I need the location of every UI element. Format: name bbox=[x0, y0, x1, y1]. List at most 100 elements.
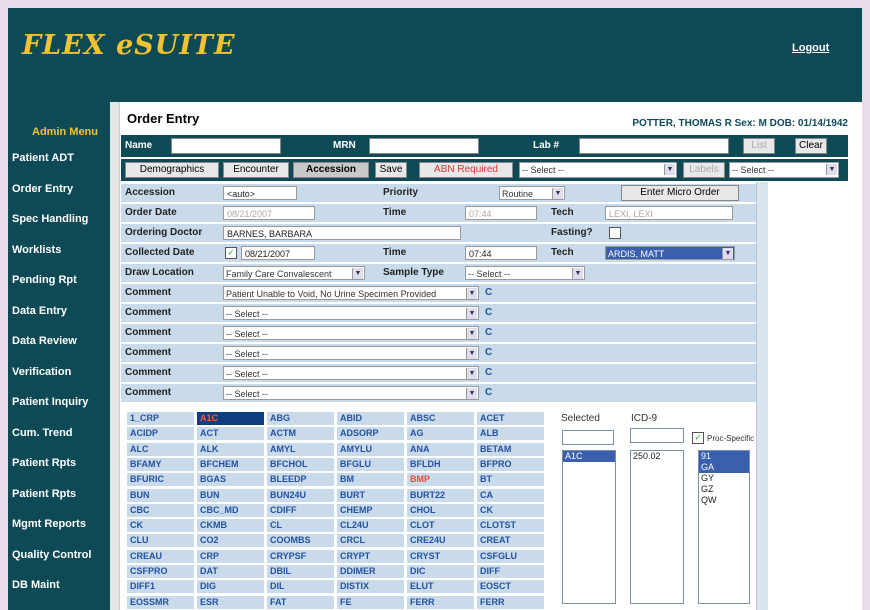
icd9-filter-input[interactable] bbox=[630, 428, 684, 443]
test-cell[interactable]: BETAM bbox=[477, 442, 544, 456]
sidebar-item-patient-adt[interactable]: Patient ADT bbox=[12, 152, 108, 183]
test-cell[interactable]: ALB bbox=[477, 427, 544, 441]
comment-select[interactable]: Patient Unable to Void, No Urine Specime… bbox=[223, 286, 479, 300]
test-cell[interactable]: CRP bbox=[197, 549, 264, 563]
test-cell[interactable]: BFCHEM bbox=[197, 457, 264, 471]
test-cell[interactable]: DIL bbox=[267, 580, 334, 594]
test-cell[interactable]: BM bbox=[337, 473, 404, 487]
list-item[interactable]: GY bbox=[699, 473, 749, 484]
sidebar-item-data-review[interactable]: Data Review bbox=[12, 335, 108, 366]
sidebar-item-cum-trend[interactable]: Cum. Trend bbox=[12, 427, 108, 458]
save-button[interactable]: Save bbox=[375, 162, 407, 178]
sidebar-item-verification[interactable]: Verification bbox=[12, 366, 108, 397]
test-cell[interactable]: CRYPSF bbox=[267, 549, 334, 563]
sidebar-item-patient-inquiry[interactable]: Patient Inquiry bbox=[12, 396, 108, 427]
test-cell[interactable]: ABSC bbox=[407, 412, 474, 425]
logout-link[interactable]: Logout bbox=[792, 42, 829, 54]
test-cell[interactable]: DIC bbox=[407, 565, 474, 578]
test-cell[interactable]: CKMB bbox=[197, 519, 264, 533]
list-item[interactable]: 91 bbox=[699, 451, 749, 462]
test-cell[interactable]: ABID bbox=[337, 412, 404, 425]
test-cell[interactable]: BGAS bbox=[197, 473, 264, 487]
test-cell[interactable]: ANA bbox=[407, 442, 474, 456]
selected-tests-list[interactable]: A1C bbox=[562, 450, 616, 604]
test-cell[interactable]: DIFF1 bbox=[127, 580, 194, 594]
test-cell[interactable]: A1C bbox=[197, 412, 264, 425]
comment-select[interactable]: -- Select -- ▼ bbox=[223, 306, 479, 320]
comment-c-link[interactable]: C bbox=[485, 367, 492, 378]
test-cell[interactable]: CRCL bbox=[337, 534, 404, 548]
test-cell[interactable]: CSFPRO bbox=[127, 565, 194, 578]
test-cell[interactable]: AMYLU bbox=[337, 442, 404, 456]
test-cell[interactable]: CLOT bbox=[407, 519, 474, 533]
test-cell[interactable]: FERR bbox=[407, 595, 474, 609]
test-cell[interactable]: CDIFF bbox=[267, 503, 334, 517]
list-item[interactable]: QW bbox=[699, 495, 749, 506]
draw-location-select[interactable]: Family Care Convalescent ▼ bbox=[223, 266, 365, 280]
test-cell[interactable]: CRYST bbox=[407, 549, 474, 563]
sidebar-item-pending-rpt[interactable]: Pending Rpt bbox=[12, 274, 108, 305]
order-date-input[interactable]: 08/21/2007 bbox=[223, 206, 315, 220]
sidebar-item-patient-rpts[interactable]: Patient Rpts bbox=[12, 457, 108, 488]
order-select[interactable]: -- Select -- ▼ bbox=[519, 162, 677, 178]
test-cell[interactable]: CK bbox=[477, 503, 544, 517]
labels-select[interactable]: -- Select -- ▼ bbox=[729, 162, 839, 178]
test-cell[interactable]: CBC_MD bbox=[197, 503, 264, 517]
test-cell[interactable]: CREAT bbox=[477, 534, 544, 548]
sidebar-item-spec-handling[interactable]: Spec Handling bbox=[12, 213, 108, 244]
sidebar-item-db-maint[interactable]: DB Maint bbox=[12, 579, 108, 610]
test-cell[interactable]: ESR bbox=[197, 595, 264, 609]
test-cell[interactable]: CLU bbox=[127, 534, 194, 548]
comment-select[interactable]: -- Select -- ▼ bbox=[223, 366, 479, 380]
test-cell[interactable]: ABG bbox=[267, 412, 334, 425]
demographics-button[interactable]: Demographics bbox=[125, 162, 219, 178]
proc-specific-checkbox[interactable]: ✓ bbox=[692, 432, 704, 444]
name-input[interactable] bbox=[171, 138, 281, 154]
test-cell[interactable]: BURT22 bbox=[407, 488, 474, 502]
order-time-input[interactable]: 07:44 bbox=[465, 206, 537, 220]
test-cell[interactable]: CHEMP bbox=[337, 503, 404, 517]
comment-select[interactable]: -- Select -- ▼ bbox=[223, 346, 479, 360]
test-cell[interactable]: BMP bbox=[407, 473, 474, 487]
collected-tech-select[interactable]: ARDIS, MATT ▼ bbox=[605, 246, 735, 260]
list-item[interactable]: GZ bbox=[699, 484, 749, 495]
test-cell[interactable]: BFURIC bbox=[127, 473, 194, 487]
test-cell[interactable]: ACET bbox=[477, 412, 544, 425]
test-cell[interactable]: FERR bbox=[477, 595, 544, 609]
list-item[interactable]: 250.02 bbox=[631, 451, 683, 462]
mrn-input[interactable] bbox=[369, 138, 479, 154]
sample-type-select[interactable]: -- Select -- ▼ bbox=[465, 266, 585, 280]
collected-date-input[interactable]: 08/21/2007 bbox=[241, 246, 315, 260]
test-cell[interactable]: CL24U bbox=[337, 519, 404, 533]
sidebar-item-patient-rpts[interactable]: Patient Rpts bbox=[12, 488, 108, 519]
test-cell[interactable]: CRYPT bbox=[337, 549, 404, 563]
sidebar-item-worklists[interactable]: Worklists bbox=[12, 244, 108, 275]
test-cell[interactable]: ACTM bbox=[267, 427, 334, 441]
priority-select[interactable]: Routine ▼ bbox=[499, 186, 565, 200]
test-cell[interactable]: CLOTST bbox=[477, 519, 544, 533]
test-cell[interactable]: DBIL bbox=[267, 565, 334, 578]
ordering-doctor-input[interactable]: BARNES, BARBARA bbox=[223, 226, 461, 240]
icd9-codes-list[interactable]: 250.02 bbox=[630, 450, 684, 604]
comment-select[interactable]: -- Select -- ▼ bbox=[223, 386, 479, 400]
test-cell[interactable]: DISTIX bbox=[337, 580, 404, 594]
test-cell[interactable]: BFAMY bbox=[127, 457, 194, 471]
accession-input[interactable]: <auto> bbox=[223, 186, 297, 200]
collected-date-checkbox[interactable]: ✓ bbox=[225, 247, 237, 259]
comment-c-link[interactable]: C bbox=[485, 347, 492, 358]
test-cell[interactable]: BLEEDP bbox=[267, 473, 334, 487]
test-cell[interactable]: FAT bbox=[267, 595, 334, 609]
test-cell[interactable]: CL bbox=[267, 519, 334, 533]
test-cell[interactable]: EOSCT bbox=[477, 580, 544, 594]
test-cell[interactable]: ALK bbox=[197, 442, 264, 456]
sidebar-item-quality-control[interactable]: Quality Control bbox=[12, 549, 108, 580]
enter-micro-order-button[interactable]: Enter Micro Order bbox=[621, 185, 739, 201]
test-cell[interactable]: DAT bbox=[197, 565, 264, 578]
form-scrollbar[interactable] bbox=[756, 182, 768, 610]
accession-button[interactable]: Accession bbox=[293, 162, 369, 178]
test-cell[interactable]: 1_CRP bbox=[127, 412, 194, 425]
test-cell[interactable]: DDIMER bbox=[337, 565, 404, 578]
sidebar-item-mgmt-reports[interactable]: Mgmt Reports bbox=[12, 518, 108, 549]
test-cell[interactable]: ACT bbox=[197, 427, 264, 441]
sidebar-item-data-entry[interactable]: Data Entry bbox=[12, 305, 108, 336]
